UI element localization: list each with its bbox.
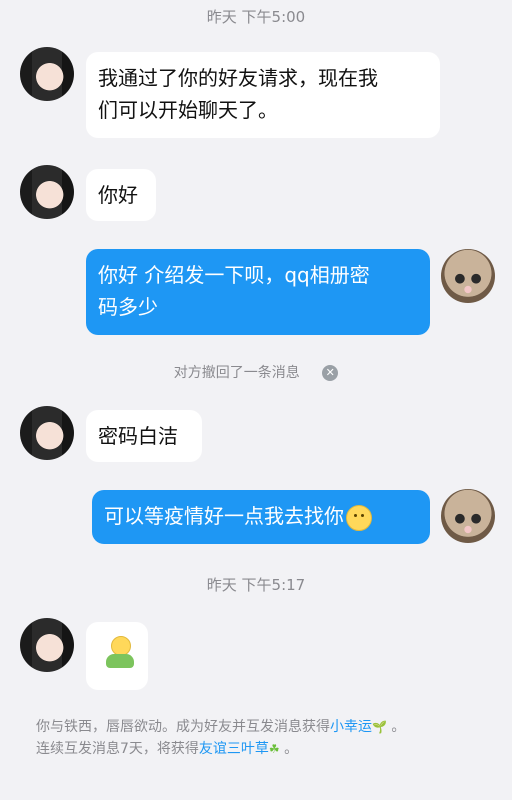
message-bubble-incoming[interactable]: 密码白洁 [86,410,202,462]
avatar-self[interactable] [441,249,495,303]
friendship-info: 你与铁西，唇唇欲动。成为好友并互发消息获得小幸运🌱 。 连续互发消息7天，将获得… [36,716,496,760]
recall-notice: 对方撤回了一条消息 ✕ [0,362,512,382]
recall-text: 对方撤回了一条消息 [173,365,300,381]
message-text: 你好 [98,183,138,207]
message-text-line: 你好 介绍发一下呗，qq相册密 [98,263,370,287]
message-bubble-incoming[interactable]: 我通过了你的好友请求，现在我 们可以开始聊天了。 [86,52,440,138]
confused-smiley-icon [346,504,372,531]
message-bubble-outgoing[interactable]: 可以等疫情好一点我去找你 [92,490,430,544]
message-bubble-outgoing[interactable]: 你好 介绍发一下呗，qq相册密 码多少 [86,249,430,335]
clover-link[interactable]: 友谊三叶草 [199,741,269,757]
timestamp: 昨天 下午5:00 [206,8,306,26]
message-bubble-incoming[interactable] [86,622,148,690]
message-text: 密码白洁 [98,424,178,448]
avatar-contact[interactable] [20,47,74,101]
sprout-icon: 🌱 [372,720,387,734]
avatar-self[interactable] [441,489,495,543]
avatar-contact[interactable] [20,406,74,460]
lucky-link[interactable]: 小幸运 [330,719,372,735]
friendship-line-2: 连续互发消息7天，将获得友谊三叶草☘ 。 [36,741,299,757]
friendship-line-1: 你与铁西，唇唇欲动。成为好友并互发消息获得小幸运🌱 。 [36,719,406,735]
message-text-line: 们可以开始聊天了。 [98,98,278,122]
avatar-contact[interactable] [20,165,74,219]
avatar-contact[interactable] [20,618,74,672]
timestamp: 昨天 下午5:17 [206,576,306,594]
clover-icon: ☘ [268,742,280,756]
message-text-line: 码多少 [98,295,158,319]
close-icon[interactable]: ✕ [322,365,339,381]
message-text-line: 我通过了你的好友请求，现在我 [98,66,378,90]
person-emoji-icon [104,636,134,668]
message-text: 可以等疫情好一点我去找你 [104,504,344,528]
message-bubble-incoming[interactable]: 你好 [86,169,156,221]
